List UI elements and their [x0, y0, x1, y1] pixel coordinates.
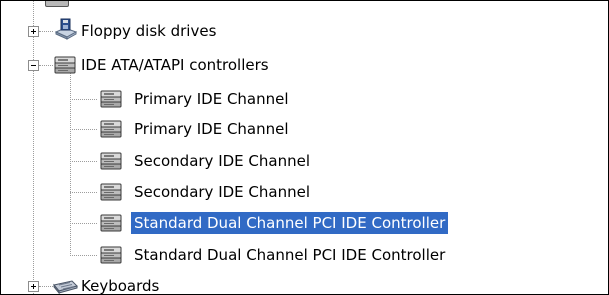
tree-branch-child [70, 192, 97, 193]
tree-branch-child [70, 129, 97, 130]
tree-branch-child [70, 255, 97, 256]
plus-icon-vertical [33, 284, 34, 289]
ide-controller-icon [54, 56, 76, 74]
tree-item-secondary-ide-channel[interactable]: Secondary IDE Channel [131, 150, 313, 172]
tree-branch-child [70, 161, 97, 162]
tree-item-keyboards[interactable]: Keyboards [78, 275, 162, 294]
tree-item-secondary-ide-channel[interactable]: Secondary IDE Channel [131, 181, 313, 203]
tree-line-children [70, 73, 71, 256]
tree-item-primary-ide-channel[interactable]: Primary IDE Channel [131, 118, 292, 140]
partial-device-icon [45, 1, 69, 7]
tree-item-ide-controllers[interactable]: IDE ATA/ATAPI controllers [78, 54, 272, 76]
ide-channel-icon [100, 152, 122, 170]
ide-channel-icon [100, 246, 122, 264]
ide-channel-icon [100, 120, 122, 138]
ide-channel-icon [100, 214, 122, 232]
ide-channel-icon [100, 183, 122, 201]
tree-branch-child [70, 99, 97, 100]
tree-branch-floppy [39, 31, 53, 32]
tree-branch-ide [39, 65, 53, 66]
expand-floppy-disk-drives-button[interactable] [28, 26, 39, 37]
ide-channel-icon [100, 90, 122, 108]
tree-item-standard-dual-channel-pci-ide-controller[interactable]: Standard Dual Channel PCI IDE Controller [131, 244, 448, 266]
plus-icon-vertical [33, 29, 34, 34]
tree-branch-child [70, 223, 97, 224]
tree-item-primary-ide-channel[interactable]: Primary IDE Channel [131, 88, 292, 110]
tree-line-root [33, 1, 34, 294]
collapse-ide-controllers-button[interactable] [28, 60, 39, 71]
device-tree-view: Floppy disk drives IDE ATA/ATAPI control… [0, 0, 609, 295]
tree-item-floppy-disk-drives[interactable]: Floppy disk drives [78, 20, 219, 42]
minus-icon [31, 65, 36, 66]
floppy-drive-icon [54, 18, 78, 40]
keyboard-icon [53, 280, 78, 294]
expand-keyboards-button[interactable] [28, 281, 39, 292]
tree-branch-keyboards [39, 286, 53, 287]
tree-item-standard-dual-channel-pci-ide-controller-selected[interactable]: Standard Dual Channel PCI IDE Controller [131, 212, 449, 234]
